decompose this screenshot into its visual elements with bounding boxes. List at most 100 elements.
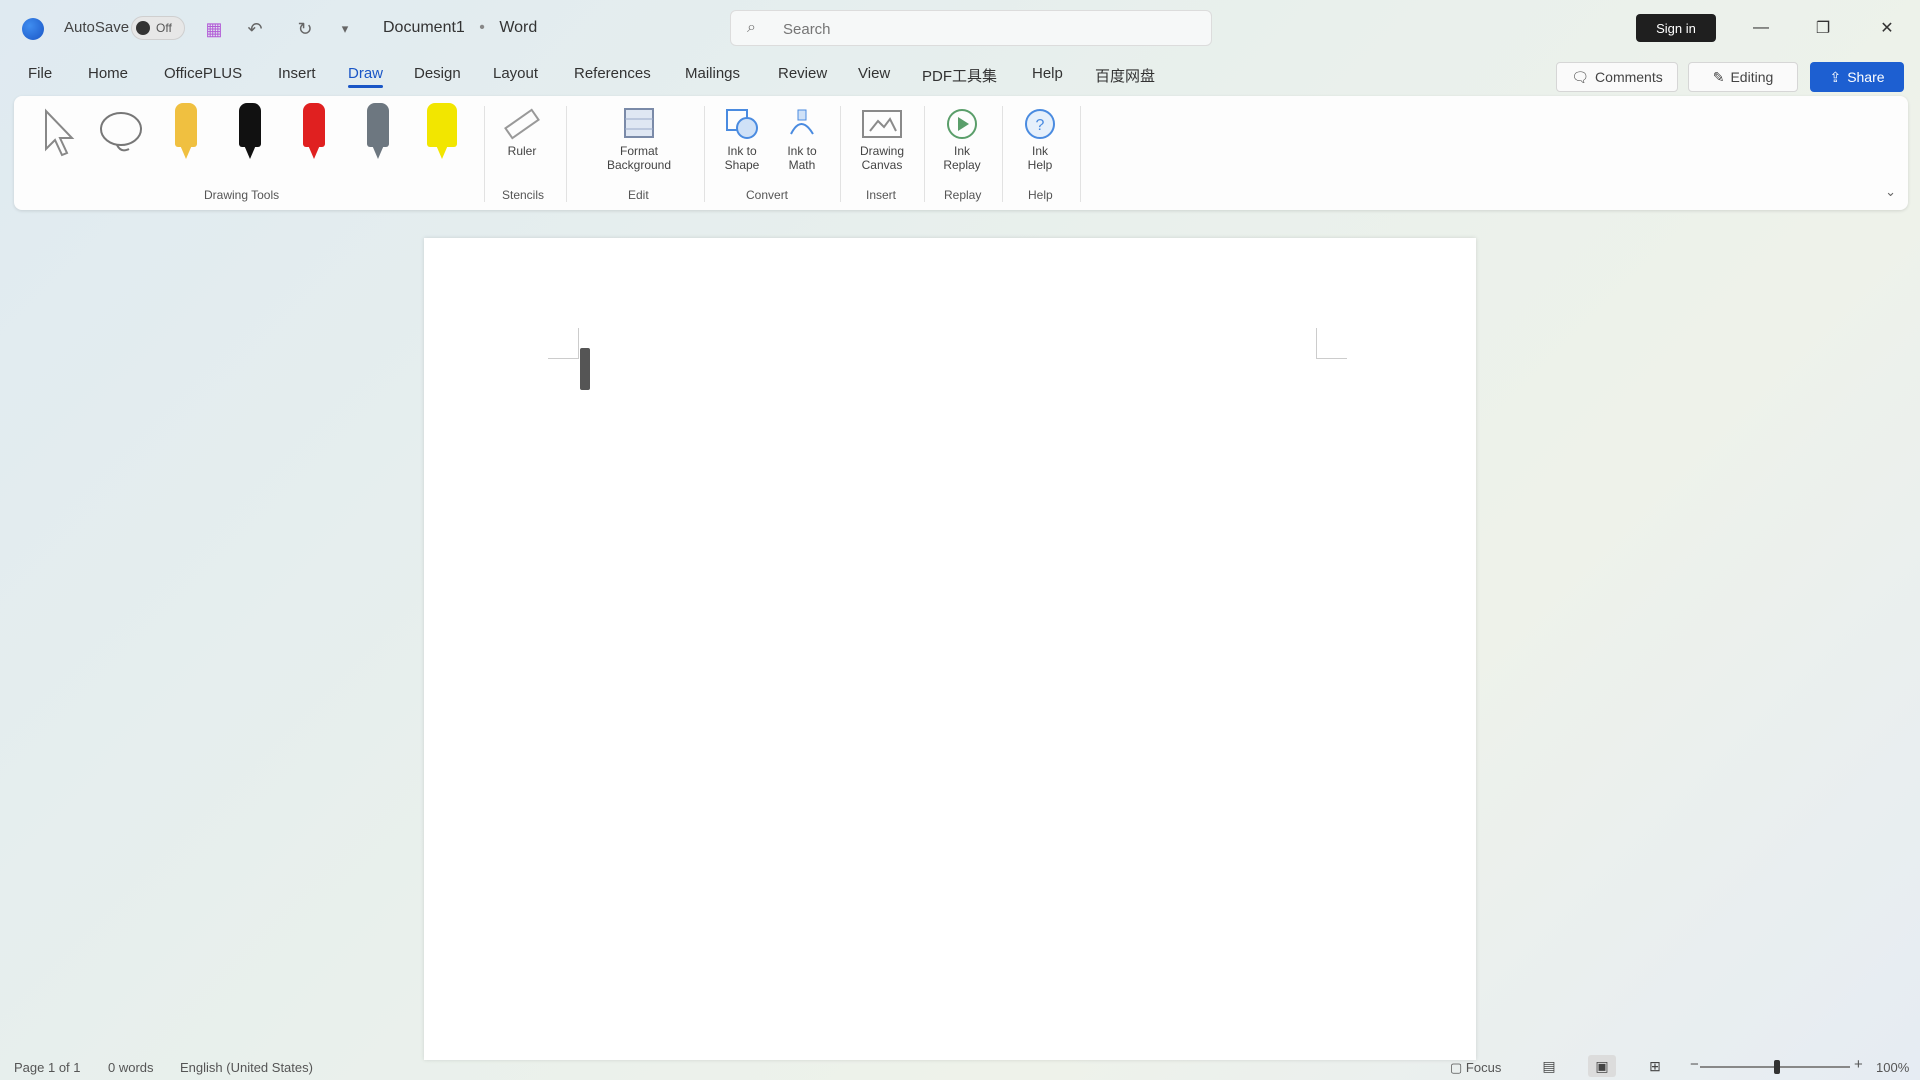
copilot-icon[interactable]: ▦ — [201, 16, 227, 42]
close-icon[interactable]: ✕ — [1864, 10, 1910, 46]
title-bar: AutoSave Off ▦ ↶ ↻ ▾ Document1 • Word ⌕ … — [0, 0, 1920, 56]
pen-icon — [175, 103, 197, 161]
format-background-button[interactable]: Format Background — [574, 104, 704, 172]
group-divider — [566, 106, 567, 202]
redo-icon[interactable]: ↻ — [292, 16, 318, 42]
customize-quick-access-chevron-down-icon[interactable]: ▾ — [332, 16, 358, 42]
word-count[interactable]: 0 words — [108, 1060, 154, 1075]
ink-replay-label: Ink Replay — [943, 144, 981, 172]
ink-to-shape-button[interactable]: Ink to Shape — [710, 104, 774, 172]
highlighter-icon — [427, 103, 457, 161]
editing-label: Editing — [1730, 69, 1774, 85]
tab-officeplus[interactable]: OfficePLUS — [164, 65, 242, 82]
tab-design[interactable]: Design — [414, 65, 461, 82]
ink-to-math-label: Ink to Math — [787, 144, 817, 172]
ruler-button[interactable]: Ruler — [496, 104, 548, 158]
pen-tool-3[interactable] — [288, 103, 340, 161]
document-name: Document1 — [383, 19, 465, 36]
pen-body — [367, 103, 389, 147]
search-box[interactable]: ⌕ — [730, 10, 1212, 46]
group-label-drawing-tools: Drawing Tools — [204, 188, 280, 202]
ribbon: Drawing Tools Ruler Stencils Format Back… — [14, 96, 1908, 210]
undo-icon[interactable]: ↶ — [242, 16, 268, 42]
page-count[interactable]: Page 1 of 1 — [14, 1060, 81, 1075]
search-icon: ⌕ — [747, 19, 756, 36]
pen-tool-2[interactable] — [224, 103, 276, 161]
tab-insert[interactable]: Insert — [278, 65, 316, 82]
pen-tool-1[interactable] — [160, 103, 212, 161]
drawing-canvas-label: Drawing Canvas — [859, 144, 904, 172]
app-name: Word — [499, 19, 538, 36]
search-input[interactable] — [781, 18, 1185, 40]
pen-tip — [372, 145, 384, 159]
tab-home[interactable]: Home — [88, 65, 128, 82]
pen-icon — [239, 103, 261, 161]
tab-baidu-netdisk[interactable]: 百度网盘 — [1095, 65, 1155, 86]
pen-tip — [436, 145, 448, 159]
ink-replay-button[interactable]: Ink Replay — [928, 104, 996, 172]
title-separator: • — [479, 19, 485, 36]
share-button[interactable]: ⇪ Share — [1810, 62, 1904, 92]
web-layout-icon[interactable]: ⊞ — [1641, 1055, 1669, 1077]
help-icon: ? — [1014, 104, 1066, 144]
tab-review[interactable]: Review — [778, 65, 827, 82]
group-divider — [1002, 106, 1003, 202]
comments-button[interactable]: 🗨 Comments — [1556, 62, 1678, 92]
focus-button[interactable]: ▢ Focus — [1450, 1060, 1501, 1076]
drawing-canvas-button[interactable]: Drawing Canvas — [844, 104, 920, 172]
pen-tool-4[interactable] — [352, 103, 404, 160]
tab-file[interactable]: File — [28, 65, 52, 82]
group-label-replay: Replay — [944, 188, 982, 202]
tab-help[interactable]: Help — [1032, 65, 1063, 82]
pen-body — [175, 103, 197, 147]
tab-pdf-tools[interactable]: PDF工具集 — [922, 65, 997, 86]
minimize-icon[interactable]: — — [1738, 10, 1784, 46]
group-divider — [1080, 106, 1081, 202]
share-icon: ⇪ — [1829, 68, 1842, 85]
group-label-convert: Convert — [746, 188, 789, 202]
editing-mode-button[interactable]: ✎ Editing — [1688, 62, 1798, 92]
tab-layout[interactable]: Layout — [493, 65, 538, 82]
zoom-out-icon[interactable]: − — [1690, 1056, 1699, 1073]
autosave-toggle[interactable]: Off — [131, 16, 185, 40]
collapse-ribbon-chevron-icon[interactable]: ⌄ — [1885, 184, 1896, 200]
print-layout-icon[interactable]: ▣ — [1588, 1055, 1616, 1077]
margin-corner-top-right — [1316, 328, 1347, 359]
comment-icon: 🗨 — [1571, 68, 1590, 85]
ink-to-math-button[interactable]: Ink to Math — [770, 104, 834, 172]
group-divider — [484, 106, 485, 202]
pointer-arrow-icon — [32, 104, 84, 160]
read-mode-icon[interactable]: ▤ — [1535, 1055, 1563, 1077]
tab-draw[interactable]: Draw — [348, 65, 384, 88]
tab-mailings[interactable]: Mailings — [685, 65, 740, 82]
highlighter-tool[interactable] — [416, 103, 468, 161]
group-label-edit: Edit — [628, 188, 649, 202]
autosave-label: AutoSave — [64, 19, 130, 36]
group-divider — [840, 106, 841, 202]
document-page[interactable] — [424, 238, 1476, 1060]
format-background-icon — [613, 104, 665, 144]
ink-to-shape-icon — [716, 104, 768, 144]
focus-icon: ▢ — [1450, 1060, 1463, 1075]
tab-view[interactable]: View — [858, 65, 890, 82]
sign-in-button[interactable]: Sign in — [1636, 14, 1716, 42]
zoom-in-icon[interactable]: + — [1854, 1056, 1863, 1073]
ink-help-button[interactable]: ? Ink Help — [1006, 104, 1074, 172]
ink-help-label: Ink Help — [1027, 144, 1053, 172]
drawing-canvas-icon — [856, 104, 908, 144]
pen-tip — [308, 145, 320, 159]
group-divider — [704, 106, 705, 202]
select-tool[interactable] — [32, 104, 84, 160]
tab-references[interactable]: References — [574, 65, 651, 82]
svg-text:?: ? — [1036, 117, 1045, 134]
language-indicator[interactable]: English (United States) — [180, 1060, 313, 1075]
restore-icon[interactable]: ❐ — [1800, 10, 1846, 46]
zoom-slider-thumb[interactable] — [1774, 1060, 1780, 1074]
comments-label: Comments — [1595, 69, 1663, 85]
focus-label: Focus — [1465, 1060, 1502, 1075]
pen-icon — [303, 103, 325, 161]
ink-replay-icon — [936, 104, 988, 144]
zoom-level[interactable]: 100% — [1876, 1060, 1909, 1075]
lasso-tool[interactable] — [96, 104, 148, 160]
group-divider — [924, 106, 925, 202]
